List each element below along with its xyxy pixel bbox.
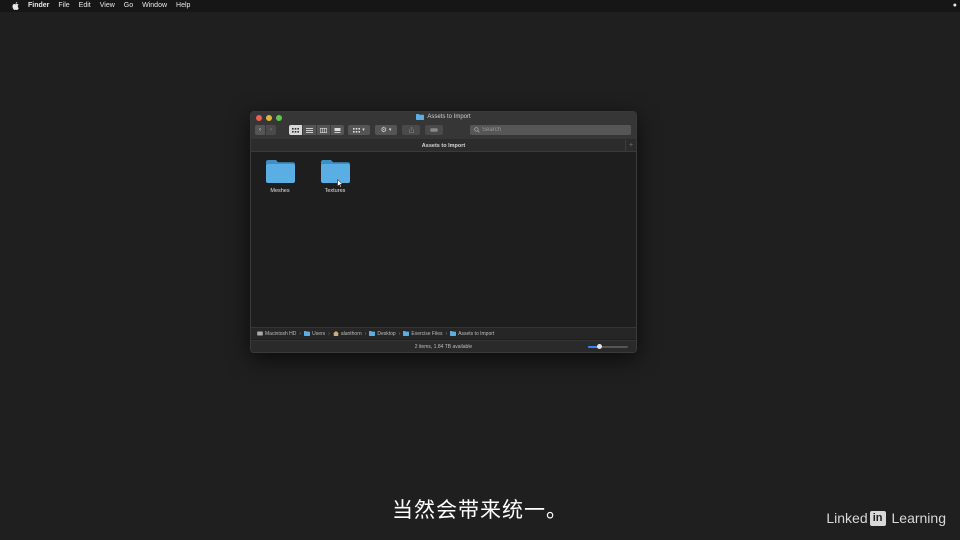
column-view-button[interactable] [317, 125, 331, 135]
chevron-left-icon: ‹ [259, 127, 261, 133]
current-folder-tab[interactable]: Assets to Import [422, 143, 465, 149]
folder-icon [369, 331, 376, 336]
video-subtitle: 当然会带来统一。 [392, 498, 568, 522]
file-browser-content: Meshes Textures [251, 152, 636, 327]
home-icon [332, 331, 339, 336]
path-item-exercise-files[interactable]: Exercise Files [403, 331, 442, 337]
new-tab-button[interactable]: + [625, 140, 636, 151]
grid-icon [353, 127, 361, 133]
chevron-right-icon: › [445, 330, 448, 337]
chevron-right-icon: › [299, 330, 302, 337]
path-label: Users [312, 330, 326, 337]
menu-view[interactable]: View [100, 0, 115, 12]
logo-text-learning: Learning [887, 510, 946, 526]
menu-window[interactable]: Window [142, 0, 167, 12]
columns-icon [320, 127, 327, 133]
path-item-desktop[interactable]: Desktop [369, 330, 396, 337]
list-icon [306, 127, 313, 133]
chevron-down-icon: ▾ [388, 127, 392, 133]
folder-label: Textures [324, 188, 346, 194]
folder-item-meshes[interactable]: Meshes [260, 159, 300, 194]
icon-view-button[interactable] [289, 125, 303, 135]
path-item-users[interactable]: Users [304, 331, 325, 337]
logo-text-linked: Linked [826, 510, 868, 526]
path-bar: Macintosh HD › Users › alanthorn › Deskt… [251, 327, 636, 339]
chevron-down-icon: ▾ [362, 127, 365, 133]
forward-button[interactable]: › [266, 125, 276, 135]
gear-icon: ⚙ [380, 127, 387, 134]
chevron-right-icon: › [328, 330, 330, 337]
share-button[interactable] [402, 125, 420, 135]
gallery-view-button[interactable] [331, 125, 344, 135]
list-view-button[interactable] [303, 125, 317, 135]
gallery-icon [334, 127, 341, 133]
path-item-alanthorn[interactable]: alanthorn [332, 330, 362, 337]
path-label: Assets to Import [458, 330, 495, 337]
folder-icon [304, 331, 311, 336]
hard-drive-icon [257, 331, 263, 336]
share-icon [408, 127, 414, 133]
icon-size-slider[interactable] [588, 344, 628, 349]
chevron-right-icon: › [270, 127, 272, 133]
chevron-right-icon: › [398, 330, 401, 337]
window-toolbar: Assets to Import ‹ › ▾ ⚙ ▾ Search [251, 112, 636, 140]
search-input[interactable] [482, 127, 622, 133]
apple-menu-icon[interactable] [10, 2, 20, 10]
status-text: 2 items, 1.84 TB available [414, 344, 473, 350]
status-bar: 2 items, 1.84 TB available [251, 340, 636, 352]
path-item-assets-to-import[interactable]: Assets to Import [450, 331, 494, 337]
back-button[interactable]: ‹ [255, 125, 265, 135]
status-menu-icon[interactable]: ● [953, 0, 957, 12]
menu-help[interactable]: Help [176, 0, 190, 12]
folder-icon [265, 160, 295, 183]
window-title-text: Assets to Import [427, 114, 471, 120]
path-label: alanthorn [340, 330, 362, 337]
logo-in-box: in [869, 510, 886, 526]
linkedin-learning-logo: Linked in Learning [826, 510, 946, 526]
group-by-button[interactable]: ▾ [348, 125, 370, 135]
path-label: Desktop [377, 330, 396, 337]
menu-app-finder[interactable]: Finder [28, 0, 49, 12]
menu-edit[interactable]: Edit [79, 0, 91, 12]
tags-button[interactable] [425, 125, 443, 135]
tab-header: Assets to Import + [251, 140, 636, 152]
search-field[interactable] [470, 125, 631, 135]
folder-icon [403, 331, 410, 336]
grid-icon [292, 127, 299, 133]
view-mode-control [289, 125, 344, 135]
action-menu-button[interactable]: ⚙ ▾ [375, 125, 397, 135]
folder-label: Meshes [270, 188, 290, 194]
folder-icon [416, 114, 425, 120]
folder-icon [320, 160, 350, 183]
path-label: Macintosh HD [265, 330, 297, 337]
path-item-macintosh-hd[interactable]: Macintosh HD [257, 331, 296, 337]
search-icon [474, 127, 480, 133]
tag-icon [430, 128, 438, 132]
path-label: Exercise Files [411, 330, 443, 337]
window-title: Assets to Import [251, 114, 636, 120]
menu-bar: Finder File Edit View Go Window Help ● [0, 0, 960, 12]
mouse-cursor-icon [337, 179, 343, 188]
folder-icon [450, 331, 457, 336]
chevron-right-icon: › [364, 330, 367, 337]
folder-item-textures[interactable]: Textures [315, 159, 355, 194]
menu-file[interactable]: File [58, 0, 69, 12]
menu-go[interactable]: Go [124, 0, 133, 12]
slider-knob[interactable] [596, 344, 602, 349]
finder-window: Assets to Import ‹ › ▾ ⚙ ▾ Search Assets… [250, 111, 637, 353]
